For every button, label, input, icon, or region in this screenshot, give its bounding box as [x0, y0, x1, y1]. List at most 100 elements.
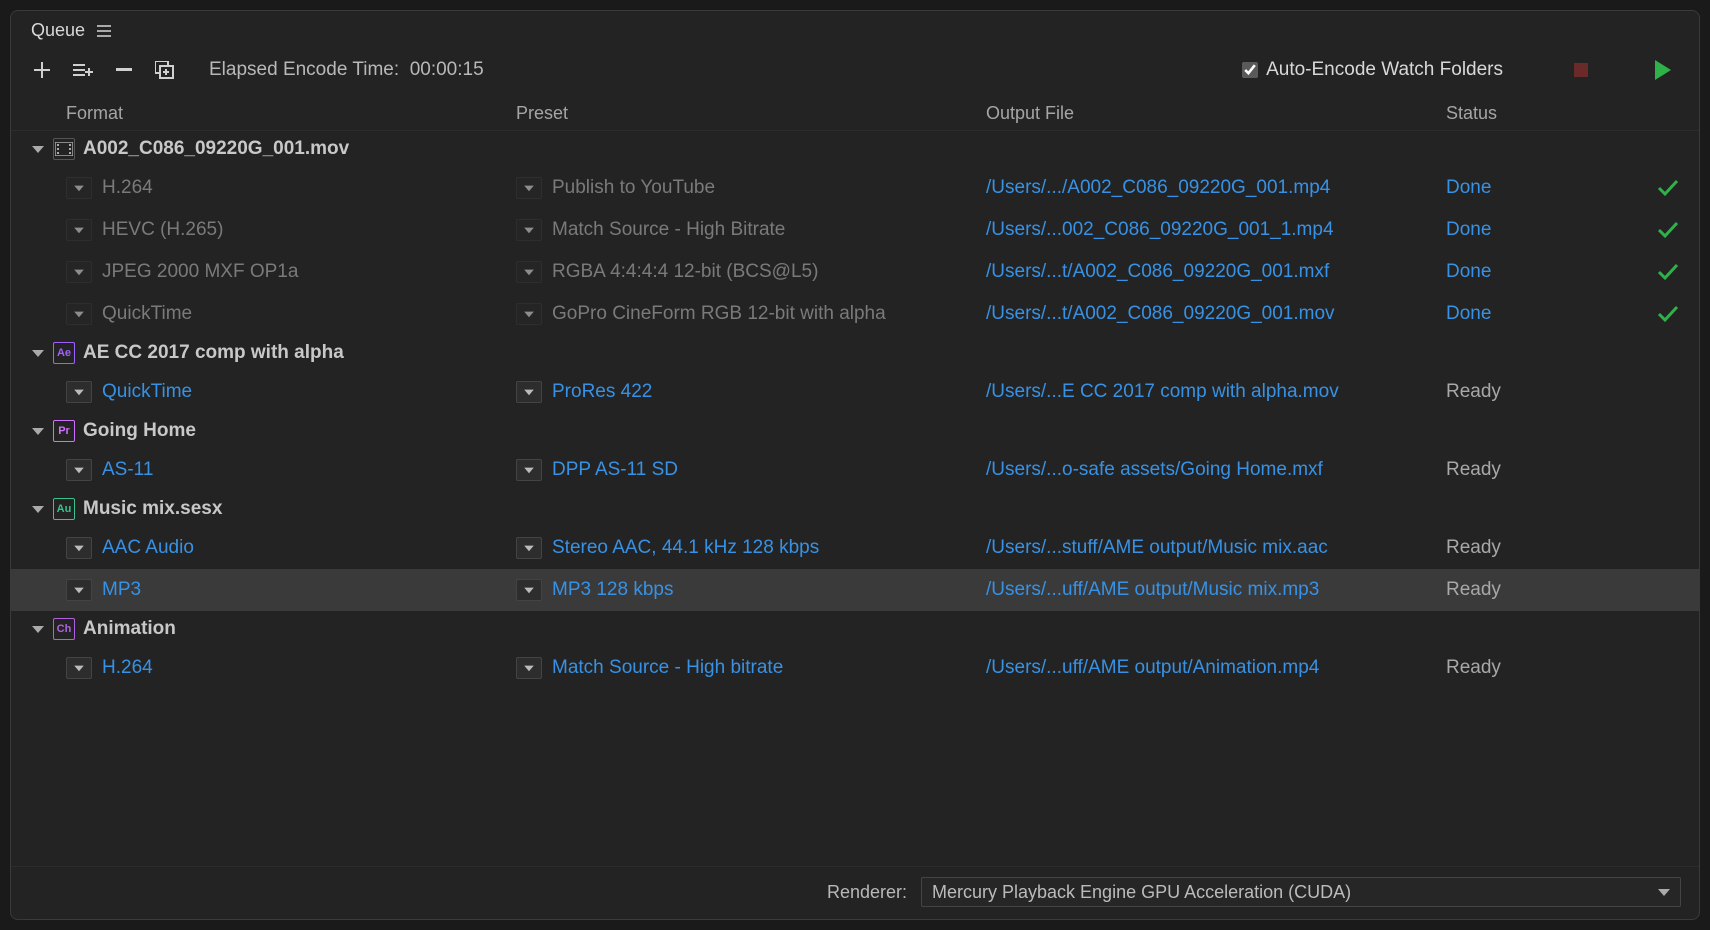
- done-check-icon: [1534, 221, 1699, 239]
- output-row[interactable]: HEVC (H.265) Match Source - High Bitrate /…: [11, 209, 1699, 251]
- status-value: Ready: [1446, 459, 1534, 481]
- col-status[interactable]: Status: [1446, 103, 1699, 124]
- output-path[interactable]: /Users/...E CC 2017 comp with alpha.mov: [986, 381, 1446, 403]
- output-row[interactable]: AS-11 DPP AS-11 SD/Users/...o-safe assets…: [11, 449, 1699, 491]
- disclosure-chevron-icon[interactable]: [31, 142, 45, 156]
- format-dropdown[interactable]: [66, 303, 92, 325]
- format-value[interactable]: H.264: [102, 657, 153, 679]
- panel-menu-icon[interactable]: [97, 25, 111, 37]
- source-group[interactable]: ChAnimation: [11, 611, 1699, 647]
- format-dropdown[interactable]: [66, 261, 92, 283]
- output-row[interactable]: JPEG 2000 MXF OP1a RGBA 4:4:4:4 12-bit (B…: [11, 251, 1699, 293]
- preset-value[interactable]: Match Source - High bitrate: [552, 657, 783, 679]
- source-title: A002_C086_09220G_001.mov: [83, 138, 349, 160]
- preset-value[interactable]: GoPro CineForm RGB 12-bit with alpha: [552, 303, 886, 325]
- preset-value[interactable]: RGBA 4:4:4:4 12-bit (BCS@L5): [552, 261, 818, 283]
- output-row[interactable]: MP3 MP3 128 kbps/Users/...uff/AME output/…: [11, 569, 1699, 611]
- output-path[interactable]: /Users/...uff/AME output/Music mix.mp3: [986, 579, 1446, 601]
- panel-header: Queue: [11, 11, 1699, 49]
- preset-dropdown[interactable]: [516, 219, 542, 241]
- output-path[interactable]: /Users/...t/A002_C086_09220G_001.mxf: [986, 261, 1446, 283]
- format-dropdown[interactable]: [66, 657, 92, 679]
- preset-dropdown[interactable]: [516, 537, 542, 559]
- disclosure-chevron-icon[interactable]: [31, 622, 45, 636]
- duplicate-button[interactable]: [154, 59, 176, 81]
- disclosure-chevron-icon[interactable]: [31, 424, 45, 438]
- output-row[interactable]: AAC Audio Stereo AAC, 44.1 kHz 128 kbps/U…: [11, 527, 1699, 569]
- format-dropdown[interactable]: [66, 459, 92, 481]
- format-value[interactable]: H.264: [102, 177, 153, 199]
- stop-button[interactable]: [1574, 63, 1588, 77]
- source-group[interactable]: AuMusic mix.sesx: [11, 491, 1699, 527]
- output-path[interactable]: /Users/...o-safe assets/Going Home.mxf: [986, 459, 1446, 481]
- done-check-icon: [1534, 305, 1699, 323]
- start-queue-button[interactable]: [1655, 60, 1671, 80]
- output-row[interactable]: H.264 Match Source - High bitrate/Users/.…: [11, 647, 1699, 689]
- format-value[interactable]: AAC Audio: [102, 537, 194, 559]
- preset-value[interactable]: Publish to YouTube: [552, 177, 715, 199]
- output-row[interactable]: QuickTime ProRes 422/Users/...E CC 2017 c…: [11, 371, 1699, 413]
- preset-value[interactable]: ProRes 422: [552, 381, 652, 403]
- col-output[interactable]: Output File: [986, 103, 1446, 124]
- done-check-icon: [1534, 263, 1699, 281]
- queue-list: A002_C086_09220G_001.mov H.264 Publish to …: [11, 131, 1699, 866]
- preset-value[interactable]: MP3 128 kbps: [552, 579, 673, 601]
- format-value[interactable]: QuickTime: [102, 303, 192, 325]
- preset-value[interactable]: Stereo AAC, 44.1 kHz 128 kbps: [552, 537, 819, 559]
- output-row[interactable]: QuickTime GoPro CineForm RGB 12-bit with …: [11, 293, 1699, 335]
- status-value: Ready: [1446, 579, 1534, 601]
- preset-dropdown[interactable]: [516, 303, 542, 325]
- disclosure-chevron-icon[interactable]: [31, 346, 45, 360]
- preset-dropdown[interactable]: [516, 579, 542, 601]
- status-value: Done: [1446, 261, 1534, 283]
- project-pr-icon: Pr: [53, 420, 75, 442]
- auto-encode-checkbox[interactable]: [1242, 62, 1258, 78]
- format-dropdown[interactable]: [66, 381, 92, 403]
- queue-panel: Queue Elapsed Encode Time: 00:00:15 Auto…: [10, 10, 1700, 920]
- format-dropdown[interactable]: [66, 537, 92, 559]
- source-title: AE CC 2017 comp with alpha: [83, 342, 344, 364]
- project-au-icon: Au: [53, 498, 75, 520]
- source-title: Animation: [83, 618, 176, 640]
- preset-dropdown[interactable]: [516, 261, 542, 283]
- output-path[interactable]: /Users/...uff/AME output/Animation.mp4: [986, 657, 1446, 679]
- auto-encode-toggle[interactable]: Auto-Encode Watch Folders: [1242, 59, 1503, 81]
- preset-value[interactable]: DPP AS-11 SD: [552, 459, 678, 481]
- output-path[interactable]: /Users/.../A002_C086_09220G_001.mp4: [986, 177, 1446, 199]
- format-value[interactable]: QuickTime: [102, 381, 192, 403]
- renderer-label: Renderer:: [827, 882, 907, 903]
- preset-value[interactable]: Match Source - High Bitrate: [552, 219, 785, 241]
- source-group[interactable]: PrGoing Home: [11, 413, 1699, 449]
- output-path[interactable]: /Users/...t/A002_C086_09220G_001.mov: [986, 303, 1446, 325]
- video-file-icon: [53, 138, 75, 160]
- done-check-icon: [1534, 179, 1699, 197]
- format-value[interactable]: MP3: [102, 579, 141, 601]
- column-headers: Format Preset Output File Status: [11, 97, 1699, 131]
- format-value[interactable]: JPEG 2000 MXF OP1a: [102, 261, 298, 283]
- format-value[interactable]: AS-11: [102, 459, 153, 481]
- footer: Renderer: Mercury Playback Engine GPU Ac…: [11, 866, 1699, 919]
- preset-dropdown[interactable]: [516, 657, 542, 679]
- preset-dropdown[interactable]: [516, 459, 542, 481]
- renderer-value: Mercury Playback Engine GPU Acceleration…: [932, 882, 1351, 903]
- preset-dropdown[interactable]: [516, 381, 542, 403]
- disclosure-chevron-icon[interactable]: [31, 502, 45, 516]
- remove-button[interactable]: [113, 59, 135, 81]
- add-output-button[interactable]: [72, 59, 94, 81]
- preset-dropdown[interactable]: [516, 177, 542, 199]
- col-format[interactable]: Format: [66, 103, 516, 124]
- add-source-button[interactable]: [31, 59, 53, 81]
- output-path[interactable]: /Users/...stuff/AME output/Music mix.aac: [986, 537, 1446, 559]
- source-group[interactable]: AeAE CC 2017 comp with alpha: [11, 335, 1699, 371]
- source-group[interactable]: A002_C086_09220G_001.mov: [11, 131, 1699, 167]
- format-dropdown[interactable]: [66, 579, 92, 601]
- format-dropdown[interactable]: [66, 219, 92, 241]
- format-dropdown[interactable]: [66, 177, 92, 199]
- status-value: Done: [1446, 303, 1534, 325]
- output-path[interactable]: /Users/...002_C086_09220G_001_1.mp4: [986, 219, 1446, 241]
- format-value[interactable]: HEVC (H.265): [102, 219, 223, 241]
- renderer-select[interactable]: Mercury Playback Engine GPU Acceleration…: [921, 877, 1681, 907]
- col-preset[interactable]: Preset: [516, 103, 986, 124]
- output-row[interactable]: H.264 Publish to YouTube/Users/.../A002_C…: [11, 167, 1699, 209]
- status-value: Ready: [1446, 381, 1534, 403]
